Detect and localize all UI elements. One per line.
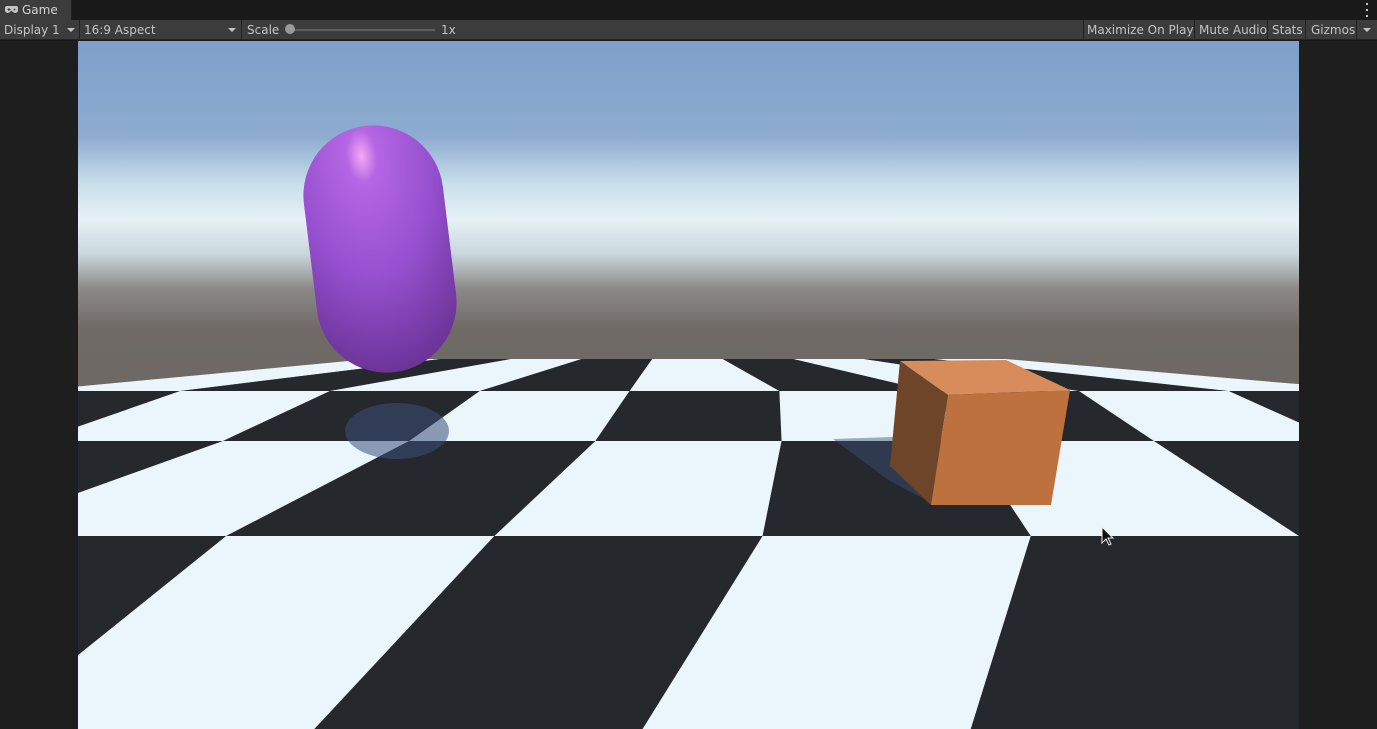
tab-game[interactable]: Game <box>0 0 72 20</box>
divider <box>1194 20 1195 39</box>
maximize-on-play-button[interactable]: Maximize On Play <box>1087 20 1194 39</box>
gizmos-button[interactable]: Gizmos <box>1311 20 1355 39</box>
divider <box>241 20 242 39</box>
display-dropdown[interactable]: Display 1 <box>0 20 78 39</box>
display-label: Display 1 <box>4 22 60 37</box>
letterbox-right <box>1299 41 1377 729</box>
gizmos-dropdown-icon[interactable] <box>1363 28 1371 32</box>
scale-slider-track[interactable] <box>291 29 435 31</box>
scale-slider-thumb[interactable] <box>285 24 295 34</box>
divider <box>1083 20 1084 39</box>
divider <box>1267 20 1268 39</box>
game-viewport[interactable] <box>0 41 1377 729</box>
game-toolbar: Display 1 16:9 Aspect Scale 1x Maximize … <box>0 20 1377 40</box>
stats-button[interactable]: Stats <box>1272 20 1303 39</box>
kebab-menu-icon[interactable] <box>1365 3 1369 17</box>
capsule-shadow <box>345 403 449 459</box>
tab-bar: Game <box>0 0 1377 20</box>
aspect-label: 16:9 Aspect <box>84 22 156 37</box>
aspect-dropdown[interactable]: 16:9 Aspect <box>80 20 240 39</box>
chevron-down-icon <box>228 28 236 32</box>
scale-value: 1x <box>441 22 456 37</box>
mute-audio-button[interactable]: Mute Audio <box>1199 20 1267 39</box>
tab-title: Game <box>22 3 58 17</box>
scale-label: Scale <box>247 22 280 37</box>
orange-cube <box>890 360 1070 505</box>
scene-render[interactable] <box>78 41 1299 729</box>
chevron-down-icon <box>67 28 75 32</box>
gamepad-icon <box>5 5 19 15</box>
checkerboard-floor <box>78 359 1299 729</box>
letterbox-left <box>0 41 78 729</box>
divider <box>1305 20 1306 39</box>
divider <box>1356 20 1357 39</box>
